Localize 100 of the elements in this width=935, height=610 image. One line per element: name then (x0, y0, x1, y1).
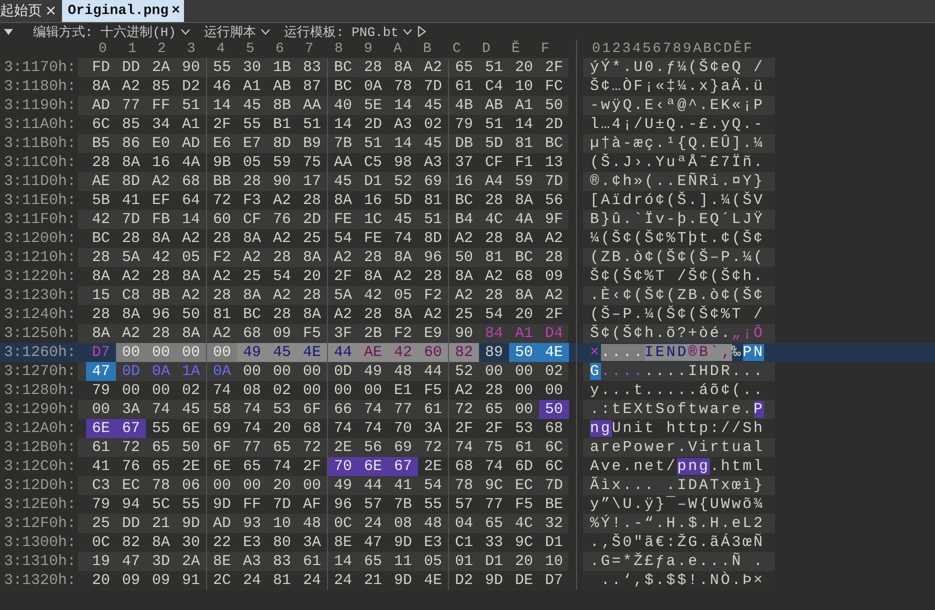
hex-byte[interactable]: BC (237, 305, 267, 324)
hex-byte[interactable]: 8A (237, 286, 267, 305)
hex-byte[interactable]: 78 (146, 476, 176, 495)
hex-byte[interactable]: 08 (388, 514, 418, 533)
hex-byte[interactable]: 41 (86, 457, 116, 476)
hex-byte[interactable]: 81 (418, 191, 448, 210)
hex-byte[interactable]: 8E (328, 533, 358, 552)
hex-byte[interactable]: 01 (449, 552, 479, 571)
hex-byte[interactable]: 3F (328, 324, 358, 343)
hex-byte[interactable]: 47 (116, 552, 146, 571)
hex-byte[interactable]: BC (328, 58, 358, 77)
hex-byte[interactable]: 91 (176, 571, 206, 590)
hex-byte[interactable]: FD (86, 58, 116, 77)
hex-byte[interactable]: 74 (449, 438, 479, 457)
hex-byte[interactable]: 98 (388, 153, 418, 172)
hex-byte[interactable]: 72 (418, 438, 448, 457)
hex-byte[interactable]: 0C (328, 514, 358, 533)
hex-byte[interactable]: 25 (237, 267, 267, 286)
hex-byte[interactable]: 64 (176, 191, 206, 210)
hex-byte[interactable]: 44 (418, 362, 448, 381)
hex-byte[interactable]: 4C (479, 210, 509, 229)
hex-byte[interactable]: 81 (509, 134, 539, 153)
hex-byte[interactable]: 8A (176, 324, 206, 343)
hex-byte[interactable]: 85 (146, 77, 176, 96)
hex-byte[interactable]: 42 (358, 286, 388, 305)
hex-byte[interactable]: 7B (388, 495, 418, 514)
hex-byte[interactable]: BE (539, 495, 569, 514)
hex-byte[interactable]: 16 (449, 172, 479, 191)
hex-byte[interactable]: 44 (328, 343, 358, 362)
hex-byte[interactable]: 65 (237, 457, 267, 476)
hex-byte[interactable]: FE (328, 210, 358, 229)
hex-byte[interactable]: 28 (116, 229, 146, 248)
hex-byte[interactable]: 3A (418, 419, 448, 438)
hex-byte[interactable]: 8A (146, 533, 176, 552)
hex-byte[interactable]: 70 (388, 419, 418, 438)
hex-byte[interactable]: A2 (116, 324, 146, 343)
hex-byte[interactable]: 30 (237, 58, 267, 77)
hex-byte[interactable]: EC (116, 476, 146, 495)
hex-byte[interactable]: 51 (297, 115, 327, 134)
hex-byte[interactable]: 2F (539, 58, 569, 77)
hex-byte[interactable]: 25 (86, 514, 116, 533)
hex-byte[interactable]: 77 (479, 495, 509, 514)
hex-byte[interactable]: 45 (237, 96, 267, 115)
triangle-icon[interactable] (4, 28, 13, 34)
hex-byte[interactable]: 50 (509, 343, 539, 362)
hex-byte[interactable]: A2 (267, 286, 297, 305)
hex-byte[interactable]: CF (479, 153, 509, 172)
hex-byte[interactable]: 5E (358, 96, 388, 115)
hex-byte[interactable]: 8A (297, 248, 327, 267)
hex-byte[interactable]: 2E (176, 457, 206, 476)
hex-byte[interactable]: 8A (388, 305, 418, 324)
hex-byte[interactable]: 15 (86, 286, 116, 305)
hex-byte[interactable]: 55 (207, 58, 237, 77)
hex-byte[interactable]: 00 (539, 381, 569, 400)
hex-byte[interactable]: 09 (146, 571, 176, 590)
hex-byte[interactable]: 45 (418, 134, 448, 153)
hex-byte[interactable]: BC (509, 248, 539, 267)
hex-byte[interactable]: 2F (297, 457, 327, 476)
hex-byte[interactable]: E3 (418, 533, 448, 552)
hex-byte[interactable]: 8D (267, 134, 297, 153)
hex-byte[interactable]: 61 (449, 77, 479, 96)
hex-byte[interactable]: C5 (358, 153, 388, 172)
hex-byte[interactable]: 45 (267, 343, 297, 362)
hex-byte[interactable]: 78 (388, 77, 418, 96)
hex-byte[interactable]: 7D (116, 210, 146, 229)
hex-byte[interactable]: BC (449, 191, 479, 210)
hex-byte[interactable]: DD (116, 58, 146, 77)
hex-byte[interactable]: 2E (328, 438, 358, 457)
hex-byte[interactable]: 7D (539, 172, 569, 191)
hex-byte[interactable]: 7D (539, 476, 569, 495)
hex-byte[interactable]: A1 (509, 96, 539, 115)
hex-byte[interactable]: 81 (479, 248, 509, 267)
hex-byte[interactable]: 04 (449, 514, 479, 533)
hex-byte[interactable]: A2 (116, 267, 146, 286)
hex-byte[interactable]: 48 (297, 514, 327, 533)
hex-byte[interactable]: F2 (207, 248, 237, 267)
hex-byte[interactable]: 81 (207, 305, 237, 324)
hex-byte[interactable]: 2F (539, 305, 569, 324)
hex-byte[interactable]: 40 (328, 96, 358, 115)
hex-byte[interactable]: 74 (328, 419, 358, 438)
hex-byte[interactable]: 9D (176, 514, 206, 533)
hex-byte[interactable]: A2 (539, 229, 569, 248)
hex-byte[interactable]: 16 (358, 191, 388, 210)
hex-byte[interactable]: 86 (116, 134, 146, 153)
hex-byte[interactable]: B4 (449, 210, 479, 229)
hex-byte[interactable]: 14 (388, 134, 418, 153)
hex-byte[interactable]: A2 (207, 324, 237, 343)
hex-byte[interactable]: 24 (297, 571, 327, 590)
hex-byte[interactable]: 83 (297, 58, 327, 77)
hex-byte[interactable]: FE (358, 229, 388, 248)
hex-byte[interactable]: 1C (358, 210, 388, 229)
hex-byte[interactable]: 05 (418, 552, 448, 571)
hex-byte[interactable]: 00 (207, 476, 237, 495)
hex-byte[interactable]: 69 (418, 172, 448, 191)
hex-byte[interactable]: 59 (267, 153, 297, 172)
hex-byte[interactable]: 72 (449, 400, 479, 419)
hex-byte[interactable]: 67 (388, 457, 418, 476)
hex-byte[interactable]: 49 (358, 362, 388, 381)
hex-byte[interactable]: D2 (176, 77, 206, 96)
hex-byte[interactable]: 5D (388, 191, 418, 210)
